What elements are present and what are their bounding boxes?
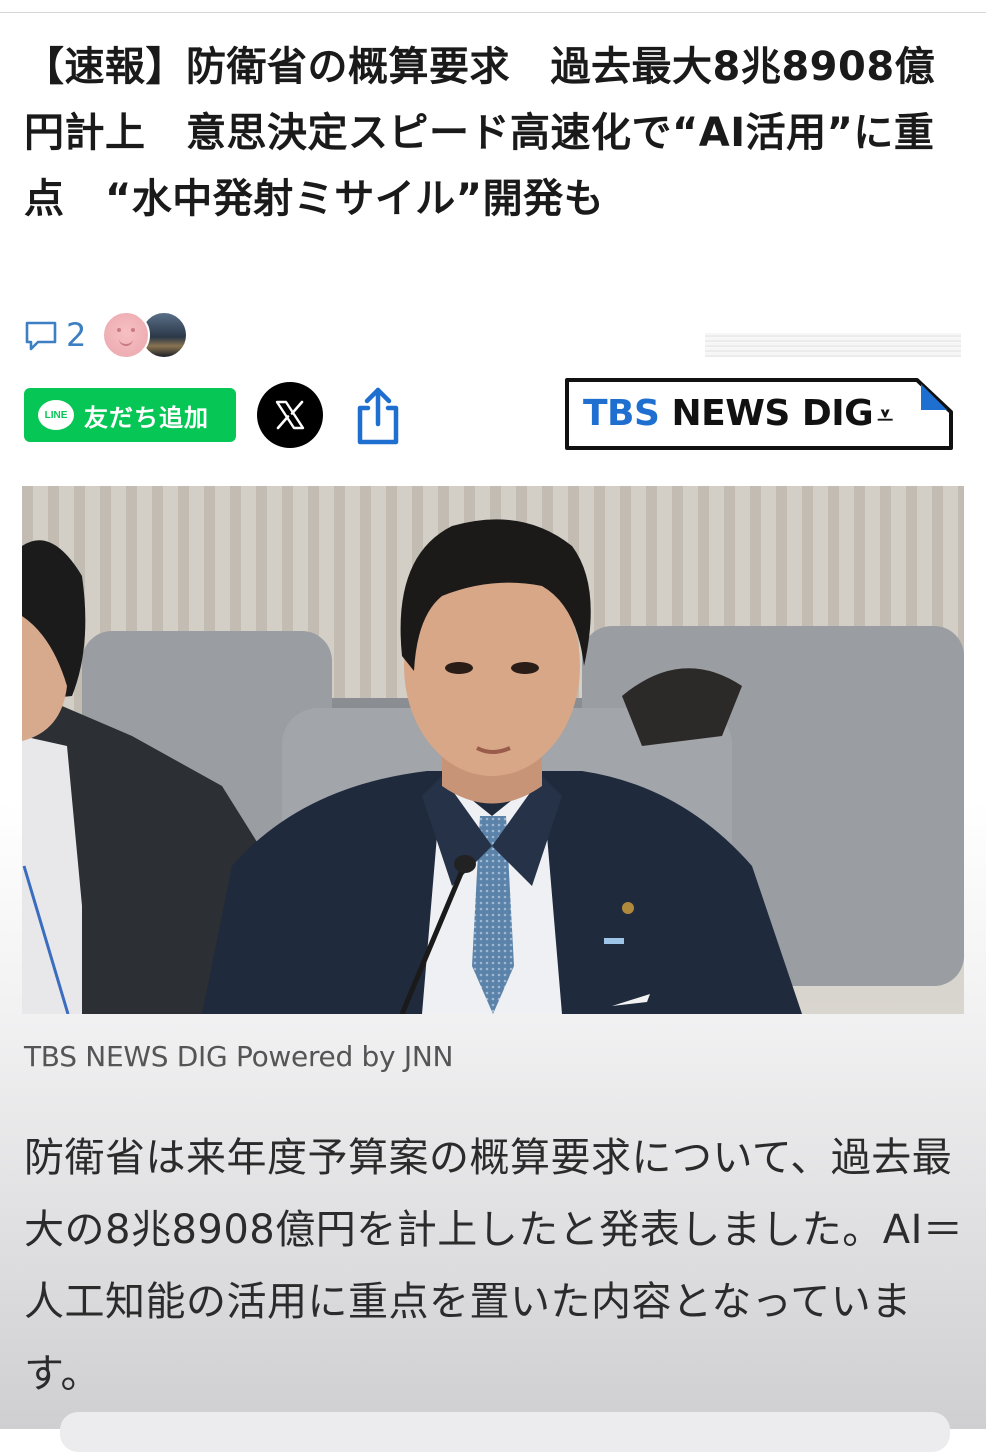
line-button-label: 友だち追加 — [84, 404, 209, 432]
x-logo-icon — [275, 400, 305, 430]
faded-content — [705, 333, 961, 357]
share-row: LINE 友だち追加 TBS NEWS DIG ⩡ — [24, 378, 964, 458]
comment-count[interactable]: 2 — [66, 315, 86, 355]
commenter-avatars[interactable] — [102, 311, 189, 359]
article-meta: 2 — [24, 311, 189, 359]
share-icon[interactable] — [352, 384, 404, 446]
top-bar — [0, 0, 986, 13]
next-card-peek — [60, 1412, 950, 1452]
article-lead: 防衛省は来年度予算案の概算要求について、過去最大の8兆8908億円を計上したと発… — [24, 1135, 964, 1397]
article-title: 【速報】防衛省の概算要求 過去最大8兆8908億円計上 意思決定スピード高速化で… — [24, 44, 936, 222]
tbs-logo-part: TBS — [583, 393, 660, 434]
photo-caption: TBS NEWS DIG Powered by JNN — [24, 1040, 454, 1073]
avatar — [102, 311, 151, 359]
article-photo[interactable] — [22, 486, 964, 1014]
line-add-friend-button[interactable]: LINE 友だち追加 — [24, 388, 236, 442]
line-logo-icon: LINE — [38, 400, 74, 430]
news-dig-logo-part: NEWS DIG — [659, 393, 874, 434]
tbs-news-dig-logo[interactable]: TBS NEWS DIG ⩡ — [565, 378, 953, 450]
comment-icon[interactable] — [24, 318, 58, 352]
dig-mark-icon: ⩡ — [877, 399, 893, 432]
x-share-button[interactable] — [257, 382, 323, 448]
